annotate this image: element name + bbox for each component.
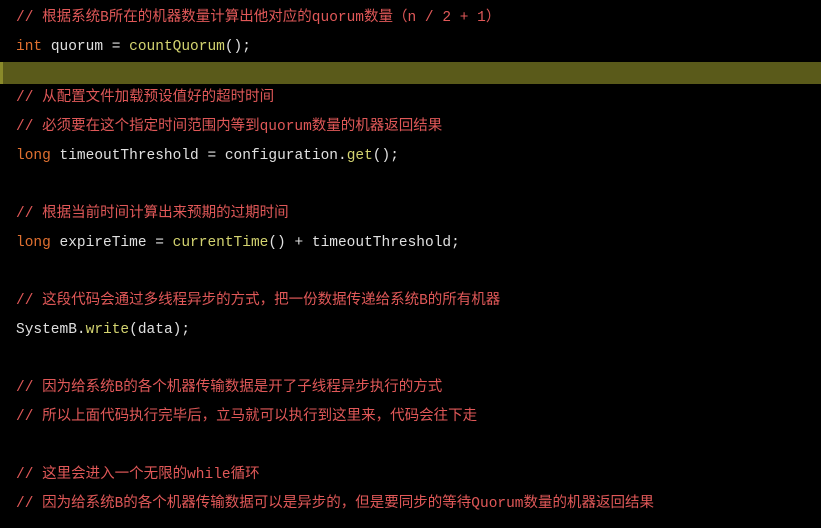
comment-text: // 所以上面代码执行完毕后，立马就可以执行到这里来，代码会往下走	[16, 409, 477, 425]
code-line-comment: // 根据系统B所在的机器数量计算出他对应的quorum数量（n / 2 + 1…	[16, 4, 805, 33]
code-line-comment: // 所以上面代码执行完毕后，立马就可以执行到这里来，代码会往下走	[16, 403, 805, 432]
operator: +	[294, 235, 303, 251]
comment-text: // 从配置文件加载预设值好的超时时间	[16, 90, 274, 106]
code-line-empty	[16, 171, 805, 200]
identifier: expireTime	[60, 235, 147, 251]
punctuation: ();	[373, 148, 399, 164]
function-call: get	[347, 148, 373, 164]
operator: =	[207, 148, 216, 164]
identifier: timeoutThreshold	[60, 148, 199, 164]
code-line-statement: int quorum = countQuorum();	[16, 33, 805, 62]
code-line-comment: // 因为给系统B的各个机器传输数据可以是异步的，但是要同步的等待Quorum数…	[16, 490, 805, 519]
object-ref: configuration	[225, 148, 338, 164]
code-line-statement: SystemB.write(data);	[16, 316, 805, 345]
code-line-comment: // 这里会进入一个无限的while循环	[16, 461, 805, 490]
comment-text: // 这段代码会通过多线程异步的方式，把一份数据传递给系统B的所有机器	[16, 293, 500, 309]
punctuation: ();	[225, 39, 251, 55]
code-line-statement: long expireTime = currentTime() + timeou…	[16, 229, 805, 258]
type-keyword: long	[16, 235, 51, 251]
object-ref: SystemB	[16, 322, 77, 338]
comment-text: // 根据当前时间计算出来预期的过期时间	[16, 206, 289, 222]
comment-text: // 根据系统B所在的机器数量计算出他对应的quorum数量（n / 2 + 1…	[16, 10, 500, 26]
code-line-comment: // 必须要在这个指定时间范围内等到quorum数量的机器返回结果	[16, 113, 805, 142]
function-call: write	[86, 322, 130, 338]
comment-text: // 必须要在这个指定时间范围内等到quorum数量的机器返回结果	[16, 119, 442, 135]
code-line-empty	[16, 432, 805, 461]
code-line-statement: long timeoutThreshold = configuration.ge…	[16, 142, 805, 171]
comment-text: // 因为给系统B的各个机器传输数据是开了子线程异步执行的方式	[16, 380, 442, 396]
identifier: timeoutThreshold	[312, 235, 451, 251]
code-line-comment: // 因为给系统B的各个机器传输数据是开了子线程异步执行的方式	[16, 374, 805, 403]
code-line-comment: // 从配置文件加载预设值好的超时时间	[16, 84, 805, 113]
function-call: currentTime	[173, 235, 269, 251]
function-call: countQuorum	[129, 39, 225, 55]
type-keyword: int	[16, 39, 42, 55]
cursor-highlight-line[interactable]	[0, 62, 821, 84]
operator: =	[155, 235, 164, 251]
comment-text: // 这里会进入一个无限的while循环	[16, 467, 260, 483]
type-keyword: long	[16, 148, 51, 164]
comment-text: // 因为给系统B的各个机器传输数据可以是异步的，但是要同步的等待Quorum数…	[16, 496, 654, 512]
code-line-empty	[16, 345, 805, 374]
code-line-comment: // 根据当前时间计算出来预期的过期时间	[16, 200, 805, 229]
argument: data	[138, 322, 173, 338]
code-line-empty	[16, 258, 805, 287]
identifier: quorum	[51, 39, 103, 55]
code-line-comment: // 这段代码会通过多线程异步的方式，把一份数据传递给系统B的所有机器	[16, 287, 805, 316]
